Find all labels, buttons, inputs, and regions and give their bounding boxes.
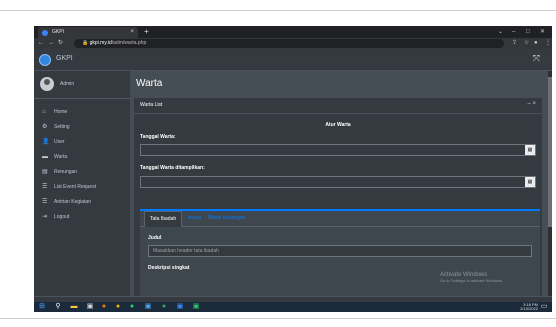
favicon-icon: [42, 30, 48, 36]
sidebar: Admin ⌂ Home ⚙ Setting 👤 User ▬ Warta ▤ Renun…: [34, 71, 130, 296]
scrollbar-thumb[interactable]: [548, 77, 552, 227]
browser-window: GKPI × + ⌄ – □ ✕ ← → ↻ 🔒 gkpi.my.id/adm/…: [34, 26, 552, 312]
tab-acara[interactable]: Acara: [188, 215, 201, 221]
sidebar-item-home[interactable]: ⌂ Home: [34, 105, 130, 120]
tanggal-ditampilkan-input[interactable]: ▦: [140, 176, 536, 188]
tab-title: GKPI: [52, 29, 64, 35]
top-divider: [0, 10, 556, 11]
close-window-button[interactable]: ✕: [540, 26, 545, 38]
user-icon: 👤: [42, 139, 50, 145]
card-title: Warta List: [140, 102, 163, 108]
sidebar-item-antrian-kegiatan[interactable]: ☰ Antrian Kegiatan: [34, 195, 130, 210]
form-title: Atur Warta: [325, 122, 351, 128]
gears-icon: ⚙: [42, 124, 48, 130]
warta-card: Warta List – × Atur Warta Tanggal Warta:…: [134, 98, 542, 298]
sidebar-item-label: Home: [54, 109, 68, 115]
sidebar-item-user[interactable]: 👤 User: [34, 135, 130, 150]
new-tab-button[interactable]: +: [144, 26, 149, 38]
start-icon[interactable]: ⊞: [38, 303, 46, 311]
maximize-button[interactable]: □: [526, 26, 530, 38]
browser-tab[interactable]: GKPI ×: [38, 27, 138, 38]
system-clock[interactable]: 3:18 PM 2/15/2022: [520, 303, 538, 311]
sidebar-item-renungan[interactable]: ▤ Renungan: [34, 165, 130, 180]
tab-bar: Tata Ibadah Acara Warta Keuangan: [140, 211, 540, 227]
forward-icon[interactable]: →: [48, 38, 54, 49]
fullscreen-icon[interactable]: ⤧: [533, 53, 540, 64]
sidebar-item-logout[interactable]: ⇥ Logout: [34, 210, 130, 225]
scrollbar[interactable]: [548, 71, 552, 296]
logout-icon: ⇥: [42, 214, 48, 220]
profile-icon[interactable]: ●: [534, 38, 538, 49]
sidebar-item-warta[interactable]: ▬ Warta: [34, 150, 130, 165]
whatsapp-icon[interactable]: ●: [128, 303, 136, 311]
activate-subtitle: Go to Settings to activate Windows.: [440, 278, 504, 283]
list-icon: ☰: [42, 199, 48, 205]
photos-icon[interactable]: ▣: [144, 303, 152, 311]
bookmark-star-icon[interactable]: ☆: [524, 38, 529, 49]
file-explorer-icon[interactable]: ▬: [70, 303, 78, 311]
excel-icon[interactable]: ▣: [192, 303, 200, 311]
url-bar[interactable]: 🔒 gkpi.my.id/adm/warta.php: [74, 39, 504, 48]
sidebar-item-setting[interactable]: ⚙ Setting: [34, 120, 130, 135]
list-icon: ☰: [42, 184, 48, 190]
share-icon[interactable]: ⇪: [512, 38, 517, 49]
tab-search-icon[interactable]: ⌄: [498, 26, 503, 38]
brand-text[interactable]: GKPI: [56, 55, 73, 62]
sidebar-item-label: User: [54, 139, 65, 145]
page-title: Warta: [136, 78, 163, 89]
judul-label: Judul: [148, 235, 162, 241]
calendar-icon[interactable]: ▦: [525, 145, 535, 155]
search-icon[interactable]: ⚲: [54, 303, 62, 311]
clock-date: 2/15/2022: [520, 306, 538, 311]
tanggal-warta-input[interactable]: ▦: [140, 144, 536, 156]
judul-input[interactable]: Masukkan header tata ibadah: [148, 245, 532, 257]
deskripsi-label: Deskripsi singkat: [148, 265, 190, 271]
brand-logo[interactable]: [39, 54, 51, 66]
sidebar-item-label: Setting: [54, 124, 70, 130]
home-icon: ⌂: [42, 109, 46, 115]
news-icon: ▬: [42, 154, 48, 160]
calendar-icon[interactable]: ▦: [525, 177, 535, 187]
menu-dots-icon[interactable]: ⋮: [545, 38, 551, 49]
user-name[interactable]: Admin: [60, 81, 74, 87]
back-icon[interactable]: ←: [38, 38, 44, 49]
notification-icon[interactable]: ▭: [540, 303, 548, 311]
sidebar-item-label: Antrian Kegiatan: [54, 199, 91, 205]
tab-strip: GKPI × + ⌄ – □ ✕: [34, 26, 552, 38]
avatar: [40, 77, 54, 91]
card-tools[interactable]: – ×: [527, 101, 536, 107]
calendar-icon: ▤: [42, 169, 48, 175]
bottom-divider: [0, 318, 556, 319]
close-tab-icon[interactable]: ×: [130, 27, 134, 38]
tabbed-section: Tata Ibadah Acara Warta Keuangan Judul M…: [140, 209, 540, 298]
sidebar-item-list-event-request[interactable]: ☰ List Event Request: [34, 180, 130, 195]
firefox-icon[interactable]: ●: [100, 303, 108, 311]
sidebar-item-label: List Event Request: [54, 184, 96, 190]
card-header: Warta List – ×: [134, 98, 542, 114]
reload-icon[interactable]: ↻: [58, 38, 63, 49]
vscode-icon[interactable]: ▣: [176, 303, 184, 311]
tanggal-ditampilkan-label: Tanggal Warta ditampilkan:: [140, 165, 205, 171]
address-toolbar: ← → ↻ 🔒 gkpi.my.id/adm/warta.php ⇪ ☆ ● ⋮: [34, 38, 552, 49]
store-icon[interactable]: ▣: [86, 303, 94, 311]
sidebar-item-label: Renungan: [54, 169, 78, 175]
top-navbar: GKPI ⤧: [34, 49, 552, 71]
url-path: /adm/warta.php: [111, 40, 147, 46]
url-host: gkpi.my.id: [89, 40, 112, 46]
sidebar-item-label: Warta: [54, 154, 68, 160]
tab-warta-keuangan[interactable]: Warta Keuangan: [208, 215, 245, 221]
sidebar-menu: ⌂ Home ⚙ Setting 👤 User ▬ Warta ▤ Renungan ☰ L…: [34, 105, 130, 225]
lock-icon: 🔒: [82, 40, 90, 46]
user-panel: Admin: [34, 71, 130, 99]
app-icon[interactable]: ●: [114, 303, 122, 311]
chrome-icon[interactable]: ●: [160, 303, 168, 311]
tab-tata-ibadah[interactable]: Tata Ibadah: [144, 211, 183, 227]
screenshot-frame: GKPI × + ⌄ – □ ✕ ← → ↻ 🔒 gkpi.my.id/adm/…: [0, 0, 556, 327]
tanggal-warta-label: Tanggal Warta:: [140, 134, 176, 140]
sidebar-item-label: Logout: [54, 214, 70, 220]
windows-taskbar: ⊞ ⚲ ▬ ▣ ● ● ● ▣ ● ▣ ▣ 3:18 PM 2/15/2022 …: [34, 302, 552, 312]
activate-windows-watermark: Activate Windows Go to Settings to activ…: [440, 272, 503, 283]
minimize-button[interactable]: –: [512, 26, 515, 38]
